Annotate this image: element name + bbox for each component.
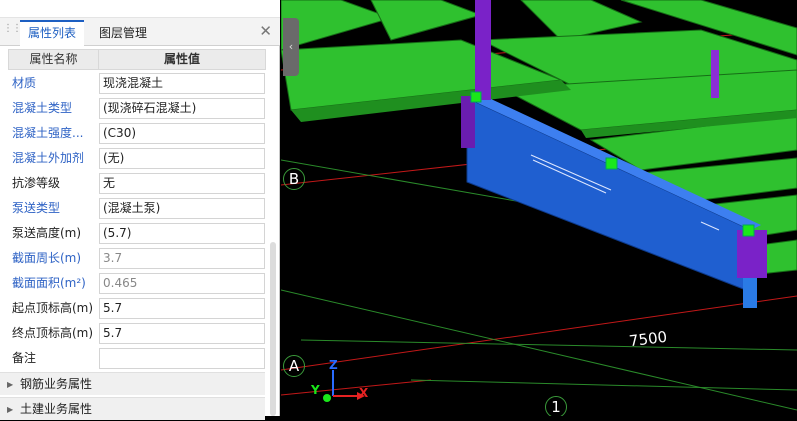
property-row[interactable]: 泵送类型 (混凝土泵) — [8, 196, 266, 221]
property-value-field[interactable]: (现浇碎石混凝土) — [99, 98, 265, 119]
drag-grip-icon[interactable]: ⋮⋮ — [3, 24, 22, 39]
axis-label-a[interactable]: A — [283, 355, 305, 377]
triangle-right-icon: ▶ — [7, 380, 14, 389]
triangle-right-icon: ▶ — [7, 405, 14, 414]
property-value-field[interactable] — [99, 348, 265, 369]
table-header: 属性名称 属性值 — [8, 49, 266, 70]
beam-end — [743, 278, 757, 308]
property-name: 终点顶标高(m) — [12, 326, 94, 340]
property-name: 混凝土外加剂 — [12, 151, 85, 165]
column-left — [461, 96, 475, 148]
property-value-field[interactable]: 无 — [99, 173, 265, 194]
property-row[interactable]: 起点顶标高(m) 5.7 — [8, 296, 266, 321]
property-name: 材质 — [12, 76, 37, 90]
group-rebar-properties[interactable]: ▶ 钢筋业务属性 — [0, 372, 265, 395]
tab-layer-management[interactable]: 图层管理 — [91, 20, 155, 46]
property-row[interactable]: 备注 — [8, 346, 266, 371]
property-value-field[interactable]: 现浇混凝土 — [99, 73, 265, 94]
property-value-field[interactable]: (无) — [99, 148, 265, 169]
property-row[interactable]: 截面面积(m²) 0.465 — [8, 271, 266, 296]
header-property-name: 属性名称 — [9, 50, 99, 69]
property-row[interactable]: 截面周长(m) 3.7 — [8, 246, 266, 271]
property-name: 截面面积(m²) — [12, 276, 86, 290]
column-top — [475, 0, 491, 100]
property-value-field[interactable]: (5.7) — [99, 223, 265, 244]
property-row[interactable]: 泵送高度(m) (5.7) — [8, 221, 266, 246]
property-row[interactable]: 抗渗等级 无 — [8, 171, 266, 196]
property-value-field[interactable]: 5.7 — [99, 323, 265, 344]
group-label: 土建业务属性 — [20, 402, 93, 416]
property-value-field[interactable]: (混凝土泵) — [99, 198, 265, 219]
property-name: 泵送类型 — [12, 201, 61, 215]
tab-bar: ⋮⋮ 属性列表 图层管理 ✕ — [0, 18, 280, 46]
property-row[interactable]: 混凝土类型 (现浇碎石混凝土) — [8, 96, 266, 121]
property-name: 泵送高度(m) — [12, 226, 82, 240]
tab-property-list[interactable]: 属性列表 — [20, 20, 85, 46]
column-right — [737, 230, 767, 278]
model-scene — [281, 0, 797, 411]
property-name: 起点顶标高(m) — [12, 301, 94, 315]
group-civil-properties[interactable]: ▶ 土建业务属性 — [0, 397, 265, 420]
property-name: 备注 — [12, 351, 37, 365]
panel-top-strip — [0, 0, 280, 18]
close-icon[interactable]: ✕ — [259, 22, 272, 40]
chevron-left-icon[interactable]: ‹ — [283, 18, 299, 76]
property-rows: 材质 现浇混凝土 混凝土类型 (现浇碎石混凝土) 混凝土强度... (C30) 混凝土外加剂… — [8, 71, 266, 371]
group-label: 钢筋业务属性 — [20, 377, 93, 391]
property-value-field[interactable]: 3.7 — [99, 248, 265, 269]
property-value-field[interactable]: (C30) — [99, 123, 265, 144]
property-value-field[interactable]: 0.465 — [99, 273, 265, 294]
column-mid — [711, 50, 719, 98]
property-value-field[interactable]: 5.7 — [99, 298, 265, 319]
property-name: 混凝土强度... — [12, 126, 84, 140]
gizmo-y-label: Y — [311, 383, 320, 397]
property-name: 截面周长(m) — [12, 251, 82, 265]
vertical-scrollbar[interactable] — [270, 242, 276, 416]
axis-label-1[interactable]: 1 — [545, 396, 567, 416]
property-row[interactable]: 混凝土外加剂 (无) — [8, 146, 266, 171]
property-row[interactable]: 终点顶标高(m) 5.7 — [8, 321, 266, 346]
property-row[interactable]: 材质 现浇混凝土 — [8, 71, 266, 96]
property-name: 混凝土类型 — [12, 101, 73, 115]
3d-viewport[interactable]: B A 1 7500 Z Y X — [281, 0, 797, 416]
gizmo-z-label: Z — [329, 358, 338, 372]
property-panel: ⋮⋮ 属性列表 图层管理 ✕ 属性名称 属性值 材质 现浇混凝土混凝土类型 (现浇碎… — [0, 0, 280, 420]
property-row[interactable]: 混凝土强度... (C30) — [8, 121, 266, 146]
property-name: 抗渗等级 — [12, 176, 61, 190]
axis-label-b[interactable]: B — [283, 168, 305, 190]
gizmo-x-label: X — [359, 386, 369, 400]
header-property-value: 属性值 — [163, 52, 200, 66]
